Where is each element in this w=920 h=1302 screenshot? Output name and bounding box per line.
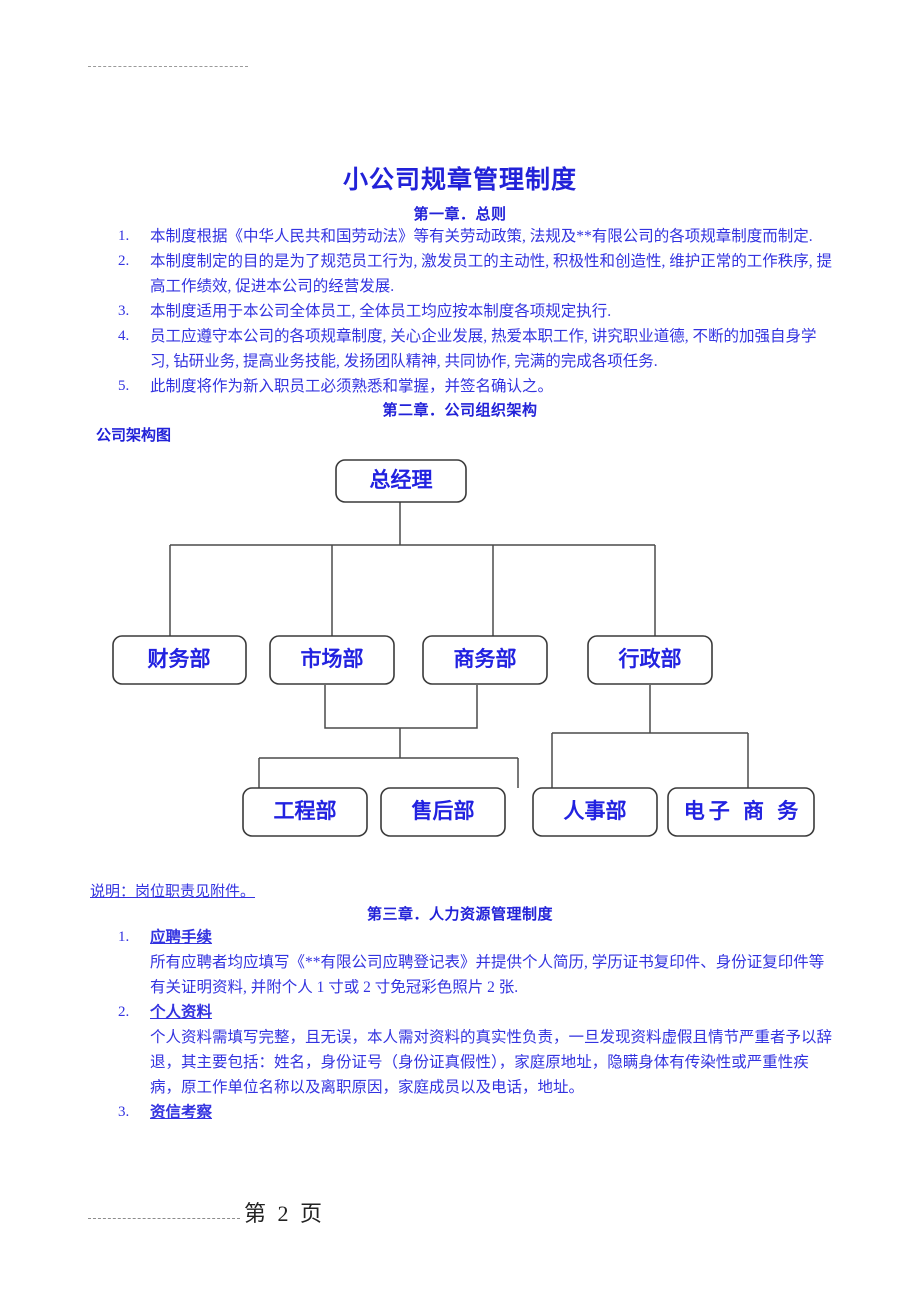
list-item: 2. 本制度制定的目的是为了规范员工行为, 激发员工的主动性, 积极性和创造性,… bbox=[118, 249, 832, 299]
org-node-ecommerce-label: 电子 商 务 bbox=[684, 799, 803, 823]
list-item-number: 2. bbox=[118, 253, 130, 269]
list-item: 2. 个人资料 个人资料需填写完整，且无误，本人需对资料的真实性负责，一旦发现资… bbox=[118, 1000, 834, 1100]
list-item: 3. 本制度适用于本公司全体员工, 全体员工均应按本制度各项规定执行. bbox=[118, 299, 832, 324]
list-item-text: 员工应遵守本公司的各项规章制度, 关心企业发展, 热爱本职工作, 讲究职业道德,… bbox=[150, 328, 817, 370]
list-item-text: 本制度适用于本公司全体员工, 全体员工均应按本制度各项规定执行. bbox=[150, 303, 612, 320]
list-item-body: 所有应聘者均应填写《**有限公司应聘登记表》并提供个人简历, 学历证书复印件、身… bbox=[150, 954, 825, 996]
footer-dashed-rule bbox=[88, 1218, 240, 1219]
chapter-3-list: 1. 应聘手续 所有应聘者均应填写《**有限公司应聘登记表》并提供个人简历, 学… bbox=[118, 925, 834, 1125]
list-item-heading: 资信考察 bbox=[150, 1104, 213, 1121]
org-node-root-label: 总经理 bbox=[370, 468, 433, 492]
list-item-number: 2. bbox=[118, 1004, 130, 1020]
list-item-number: 3. bbox=[118, 303, 130, 319]
list-item: 4. 员工应遵守本公司的各项规章制度, 关心企业发展, 热爱本职工作, 讲究职业… bbox=[118, 324, 832, 374]
list-item-text: 本制度制定的目的是为了规范员工行为, 激发员工的主动性, 积极性和创造性, 维护… bbox=[150, 253, 833, 295]
chapter-2-heading: 第二章．公司组织架构 bbox=[382, 403, 538, 419]
org-node-engineering-label: 工程部 bbox=[274, 799, 337, 823]
document-page: 小公司规章管理制度 第一章．总则 1. 本制度根据《中华人民共和国劳动法》等有关… bbox=[0, 0, 920, 1302]
list-item: 5. 此制度将作为新入职员工必须熟悉和掌握，并签名确认之。 bbox=[118, 374, 832, 399]
org-chart-note: 说明：岗位职责见附件。 bbox=[90, 884, 256, 900]
page-title: 小公司规章管理制度 bbox=[342, 167, 577, 194]
org-node-business-label: 商务部 bbox=[454, 647, 517, 671]
list-item-number: 1. bbox=[118, 228, 130, 244]
org-node-finance-label: 财务部 bbox=[148, 647, 211, 671]
list-item-text: 此制度将作为新入职员工必须熟悉和掌握，并签名确认之。 bbox=[150, 378, 554, 395]
org-node-admin-label: 行政部 bbox=[618, 647, 682, 671]
org-node-marketing-label: 市场部 bbox=[301, 647, 364, 671]
list-item-heading: 个人资料 bbox=[150, 1004, 213, 1021]
header-dashed-rule bbox=[88, 66, 248, 67]
org-chart: 总经理 财务部 市场部 商务部 行政部 工程部 售后部 人事部 电子 商 务 bbox=[0, 440, 920, 860]
connector-merge-mkt-biz bbox=[324, 685, 478, 729]
list-item: 1. 本制度根据《中华人民共和国劳动法》等有关劳动政策, 法规及**有限公司的各… bbox=[118, 224, 832, 249]
list-item-number: 5. bbox=[118, 378, 130, 394]
page-number: 第 2 页 bbox=[244, 1201, 326, 1226]
chapter-1-list: 1. 本制度根据《中华人民共和国劳动法》等有关劳动政策, 法规及**有限公司的各… bbox=[118, 224, 832, 399]
chapter-3-heading: 第三章．人力资源管理制度 bbox=[366, 907, 553, 923]
list-item-number: 3. bbox=[118, 1104, 130, 1120]
list-item-number: 1. bbox=[118, 929, 130, 945]
org-node-aftersales-label: 售后部 bbox=[412, 799, 475, 823]
list-item: 3. 资信考察 bbox=[118, 1100, 834, 1125]
list-item-body: 个人资料需填写完整，且无误，本人需对资料的真实性负责，一旦发现资料虚假且情节严重… bbox=[150, 1029, 833, 1096]
list-item-text: 本制度根据《中华人民共和国劳动法》等有关劳动政策, 法规及**有限公司的各项规章… bbox=[150, 228, 813, 245]
list-item-number: 4. bbox=[118, 328, 130, 344]
list-item: 1. 应聘手续 所有应聘者均应填写《**有限公司应聘登记表》并提供个人简历, 学… bbox=[118, 925, 834, 1000]
org-node-hr-label: 人事部 bbox=[564, 799, 627, 823]
chapter-1-heading: 第一章．总则 bbox=[413, 207, 507, 223]
list-item-heading: 应聘手续 bbox=[150, 929, 213, 946]
